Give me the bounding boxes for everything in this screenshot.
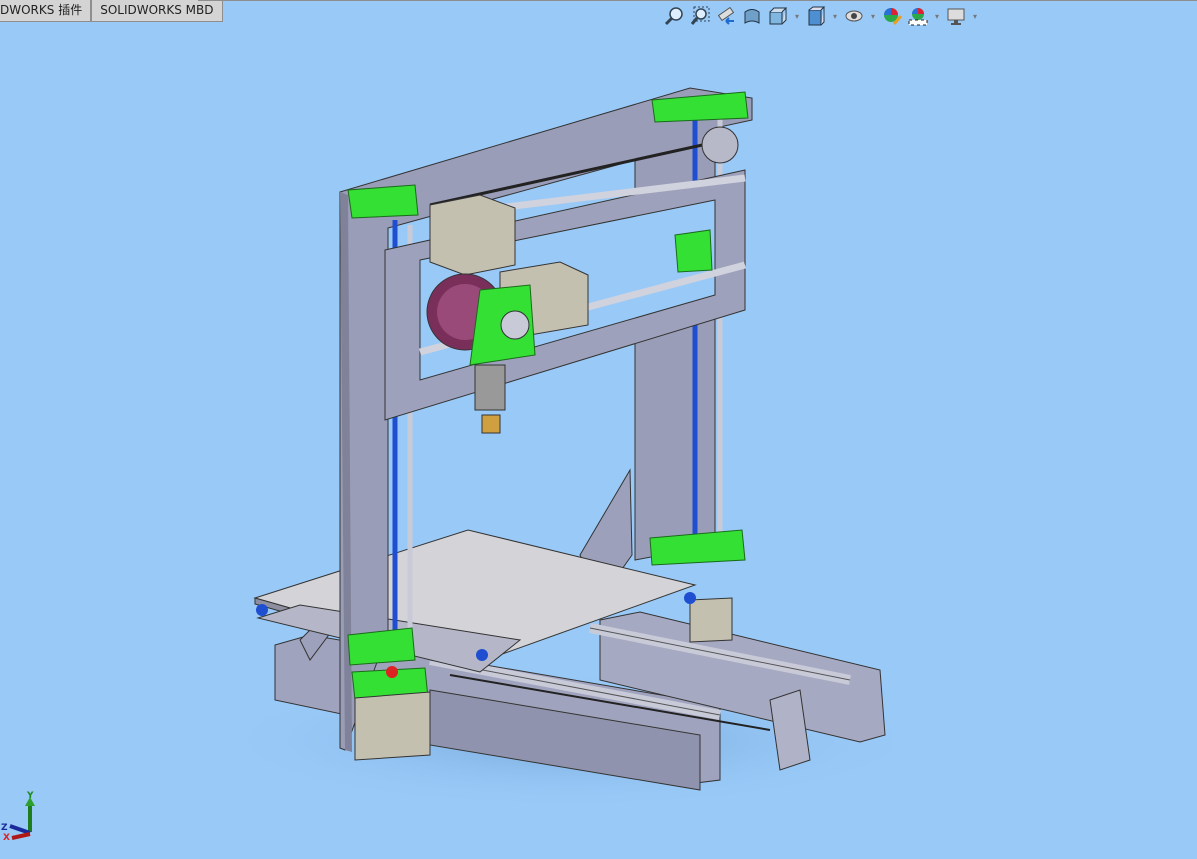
triad-y-label: Y xyxy=(26,791,34,801)
3d-printer-model[interactable] xyxy=(0,0,1197,859)
hotend-nozzle xyxy=(482,415,500,433)
x-motor xyxy=(430,195,515,275)
triad-x-label: X xyxy=(3,833,10,840)
triad-z-label: Z xyxy=(1,823,8,833)
view-triad: Y Z X xyxy=(0,790,50,844)
